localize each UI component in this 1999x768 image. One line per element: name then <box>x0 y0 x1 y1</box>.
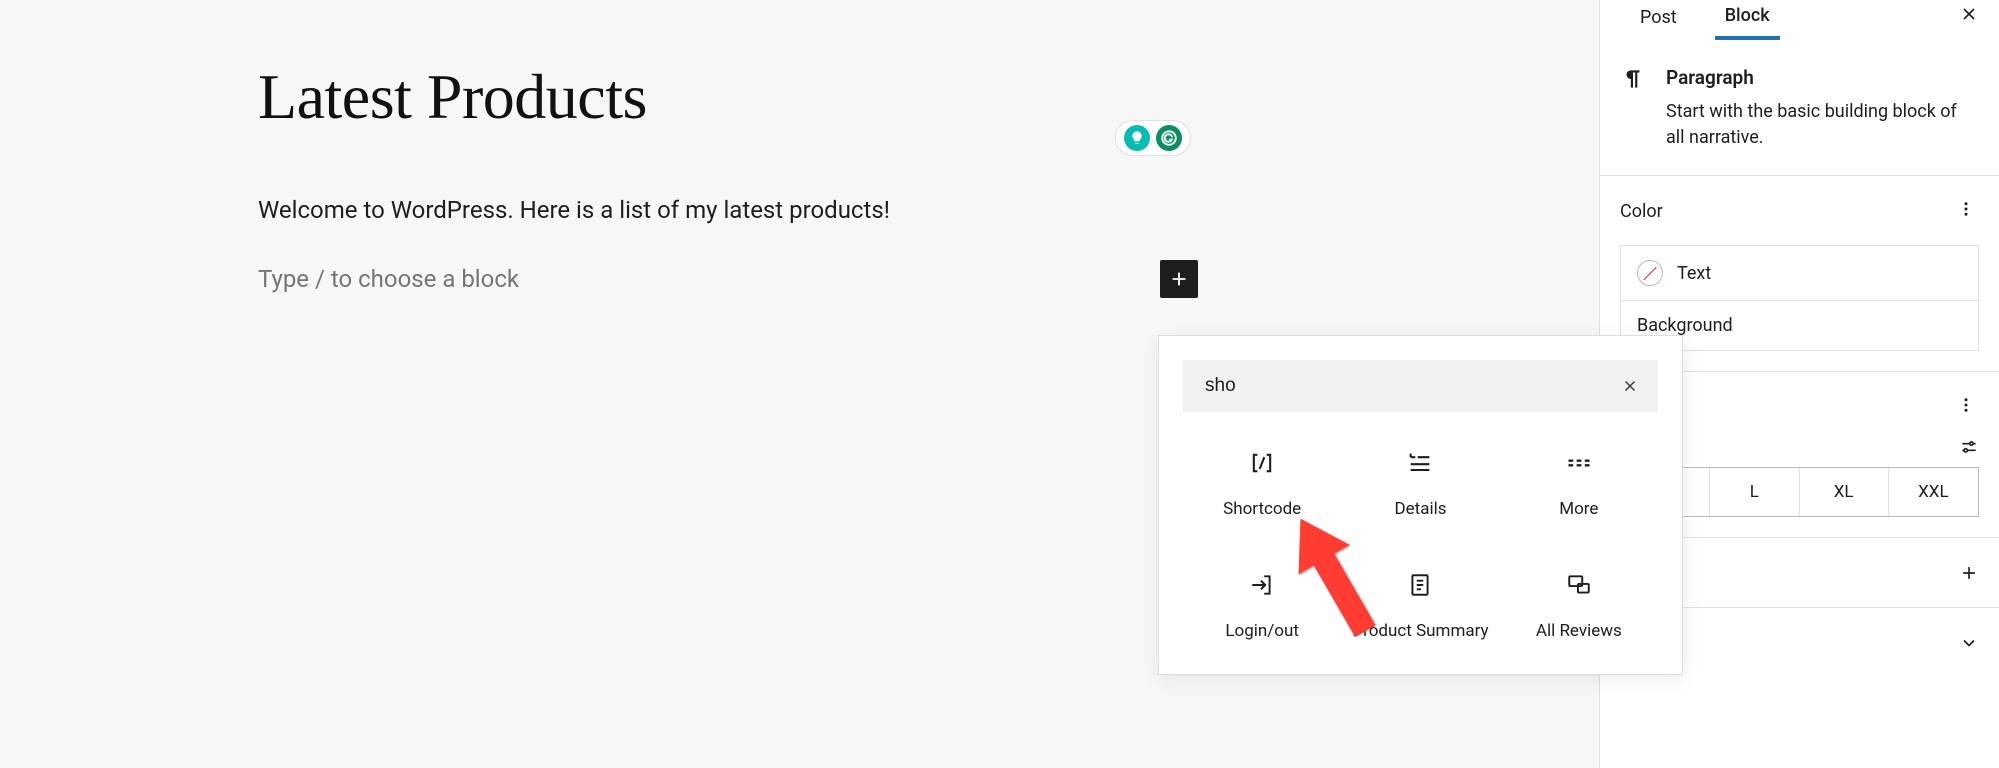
tab-block[interactable]: Block <box>1715 5 1780 40</box>
empty-block-row: Type / to choose a block <box>258 260 1198 298</box>
block-option-label: All Reviews <box>1536 620 1622 642</box>
block-option-loginout[interactable]: Login/out <box>1183 562 1341 650</box>
reviews-icon <box>1564 570 1594 600</box>
size-xxl[interactable]: XXL <box>1889 468 1978 516</box>
block-option-label: Details <box>1394 498 1446 520</box>
kebab-icon <box>1957 200 1975 218</box>
block-description: Paragraph Start with the basic building … <box>1600 44 1999 175</box>
panel-color-title: Color <box>1620 201 1663 222</box>
details-icon <box>1405 448 1435 478</box>
sidebar-tabs: Post Block <box>1600 0 1999 44</box>
block-name: Paragraph <box>1666 66 1979 89</box>
close-icon <box>1621 377 1639 395</box>
panel-typography-options[interactable] <box>1953 392 1979 423</box>
block-placeholder[interactable]: Type / to choose a block <box>258 265 519 293</box>
block-option-label: Product Summary <box>1352 620 1488 642</box>
panel-color-options[interactable] <box>1953 196 1979 227</box>
plus-icon <box>1168 268 1190 290</box>
tab-post[interactable]: Post <box>1630 7 1687 38</box>
block-option-label: Shortcode <box>1223 498 1301 520</box>
inserter-results-grid: Shortcode Details More Login/out Product… <box>1183 440 1658 650</box>
grammarly-icon[interactable] <box>1156 125 1182 151</box>
shortcode-icon <box>1247 448 1277 478</box>
block-option-more[interactable]: More <box>1500 440 1658 528</box>
login-icon <box>1247 570 1277 600</box>
kebab-icon <box>1957 396 1975 414</box>
block-inserter-popover: Shortcode Details More Login/out Product… <box>1158 335 1683 675</box>
inserter-search-wrap <box>1183 360 1658 412</box>
sidebar-close-button[interactable] <box>1955 0 1983 28</box>
swatch-none-icon <box>1637 260 1663 286</box>
block-option-label: Login/out <box>1225 620 1299 642</box>
inserter-clear-button[interactable] <box>1616 372 1644 400</box>
paragraph-icon <box>1620 66 1648 151</box>
inserter-search-input[interactable] <box>1183 360 1658 412</box>
block-option-shortcode[interactable]: Shortcode <box>1183 440 1341 528</box>
extension-badges <box>1115 120 1191 156</box>
chevron-down-icon <box>1959 633 1979 653</box>
color-label: Text <box>1677 263 1711 284</box>
plus-icon <box>1959 563 1979 583</box>
suggestion-icon[interactable] <box>1124 125 1150 151</box>
add-block-button[interactable] <box>1160 260 1198 298</box>
sliders-icon <box>1959 437 1979 457</box>
post-title[interactable]: Latest Products <box>258 60 1600 134</box>
document-icon <box>1405 570 1435 600</box>
color-label: Background <box>1637 315 1733 336</box>
close-icon <box>1959 4 1979 24</box>
post-paragraph[interactable]: Welcome to WordPress. Here is a list of … <box>258 196 1600 224</box>
block-description-text: Start with the basic building block of a… <box>1666 99 1979 151</box>
block-option-details[interactable]: Details <box>1341 440 1499 528</box>
block-option-product-summary[interactable]: Product Summary <box>1341 562 1499 650</box>
more-icon <box>1564 448 1594 478</box>
block-option-all-reviews[interactable]: All Reviews <box>1500 562 1658 650</box>
color-row-text[interactable]: Text <box>1621 246 1978 301</box>
size-l[interactable]: L <box>1710 468 1799 516</box>
block-option-label: More <box>1559 498 1598 520</box>
size-xl[interactable]: XL <box>1800 468 1889 516</box>
